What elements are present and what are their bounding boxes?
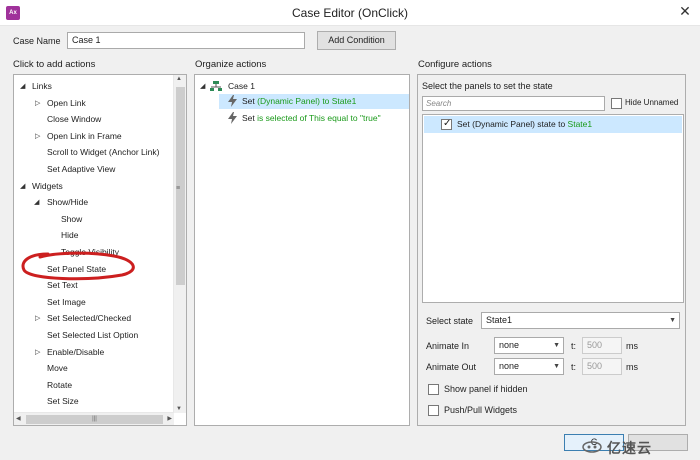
chevron-down-icon: ▼ bbox=[553, 342, 560, 349]
expand-icon[interactable]: ▷ bbox=[35, 129, 40, 144]
scroll-left-arrow-icon[interactable]: ◀ bbox=[16, 415, 21, 422]
action-tree-item[interactable]: Open Link in Frame bbox=[47, 129, 122, 144]
animate-in-t-label: t: bbox=[571, 341, 577, 351]
animate-in-dropdown[interactable]: none ▼ bbox=[494, 337, 564, 354]
action-tree-item[interactable]: Enable/Disable bbox=[47, 345, 104, 360]
panel-search-input[interactable]: Search bbox=[422, 96, 605, 111]
add-condition-button[interactable]: Add Condition bbox=[317, 31, 396, 50]
organize-actions-header: Organize actions bbox=[195, 59, 267, 70]
action-tree-item[interactable]: Scroll to Widget (Anchor Link) bbox=[47, 145, 159, 160]
animate-in-ms-label: ms bbox=[626, 341, 638, 351]
organize-actions-panel: ◢ Case 1 Set (Dynamic Panel) to State1 S… bbox=[194, 74, 410, 426]
case-name-label: Case Name bbox=[13, 36, 61, 46]
select-panels-label: Select the panels to set the state bbox=[422, 81, 553, 91]
scroll-down-arrow-icon[interactable]: ▼ bbox=[176, 406, 182, 412]
show-if-hidden-checkbox[interactable] bbox=[428, 384, 439, 395]
scroll-grip-icon: ≡ bbox=[176, 185, 181, 192]
action-tree-item[interactable]: Set Text bbox=[47, 278, 78, 293]
animate-out-dropdown[interactable]: none ▼ bbox=[494, 358, 564, 375]
action-tree-item[interactable]: Move bbox=[47, 361, 68, 376]
close-button[interactable]: ✕ bbox=[670, 0, 700, 24]
action-tree-item[interactable]: Open Link bbox=[47, 96, 86, 111]
expand-icon[interactable]: ▷ bbox=[35, 96, 40, 111]
expand-icon[interactable]: ▷ bbox=[35, 311, 40, 326]
select-state-dropdown[interactable]: State1 ▼ bbox=[481, 312, 680, 329]
expand-icon[interactable]: ▷ bbox=[35, 345, 40, 360]
action-tree-item[interactable]: Rotate bbox=[47, 378, 72, 393]
lightning-icon bbox=[228, 95, 237, 107]
chevron-down-icon: ▼ bbox=[553, 363, 560, 370]
title-bar: Ax Case Editor (OnClick) ✕ bbox=[0, 0, 700, 26]
action-tree-item[interactable]: Show/Hide bbox=[47, 195, 88, 210]
panel-row[interactable]: Set (Dynamic Panel) state to State1 bbox=[424, 116, 682, 133]
hide-unnamed-label: Hide Unnamed bbox=[625, 98, 679, 107]
tree-hscroll-thumb[interactable]: ||| bbox=[26, 415, 163, 424]
action-tree-item[interactable]: Widgets bbox=[32, 179, 63, 194]
action-tree-item[interactable]: Set Adaptive View bbox=[47, 162, 115, 177]
action-tree-item[interactable]: Set Selected/Checked bbox=[47, 311, 131, 326]
action-tree-item[interactable]: Set Image bbox=[47, 295, 86, 310]
panel-list: Set (Dynamic Panel) state to State1 bbox=[422, 114, 684, 303]
action-tree-item[interactable]: Set Size bbox=[47, 394, 79, 409]
action-set-panel-state[interactable]: Set (Dynamic Panel) to State1 bbox=[242, 94, 356, 109]
animate-in-label: Animate In bbox=[426, 341, 470, 351]
lightning-icon bbox=[228, 112, 237, 124]
configure-actions-header: Configure actions bbox=[418, 59, 492, 70]
tree-horizontal-scrollbar[interactable]: ◀ ||| ▶ bbox=[14, 412, 174, 425]
action-tree-item[interactable]: Close Window bbox=[47, 112, 101, 127]
panel-row-label: Set (Dynamic Panel) state to State1 bbox=[457, 119, 593, 129]
window-title: Case Editor (OnClick) bbox=[291, 6, 409, 20]
actions-tree-panel: ◢ Links ▷ Open Link Close Window ▷ Open Link i… bbox=[13, 74, 187, 426]
action-tree-item[interactable]: Hide bbox=[61, 228, 78, 243]
case-name-input[interactable]: Case 1 bbox=[67, 32, 305, 49]
action-tree-item[interactable]: Set Selected List Option bbox=[47, 328, 138, 343]
case-expand-icon[interactable]: ◢ bbox=[200, 79, 205, 94]
collapse-icon[interactable]: ◢ bbox=[20, 179, 25, 194]
hide-unnamed-checkbox[interactable] bbox=[611, 98, 622, 109]
action-tree-item[interactable]: Show bbox=[61, 212, 82, 227]
configure-actions-panel: Select the panels to set the state Searc… bbox=[417, 74, 686, 426]
scroll-up-arrow-icon[interactable]: ▲ bbox=[176, 76, 182, 82]
click-to-add-header: Click to add actions bbox=[13, 59, 96, 70]
scroll-right-arrow-icon[interactable]: ▶ bbox=[167, 415, 172, 422]
panel-row-checkbox[interactable] bbox=[441, 118, 452, 130]
animate-out-t-label: t: bbox=[571, 362, 577, 372]
watermark-text: 亿速云 bbox=[607, 440, 652, 456]
action-tree-item[interactable]: Links bbox=[32, 79, 52, 94]
collapse-icon[interactable]: ◢ bbox=[34, 195, 39, 210]
case-item[interactable]: Case 1 bbox=[228, 79, 255, 94]
chevron-down-icon: ▼ bbox=[669, 317, 676, 324]
case-tree-icon bbox=[210, 81, 222, 91]
animate-out-duration-input[interactable]: 500 bbox=[582, 358, 622, 375]
select-state-label: Select state bbox=[426, 316, 474, 326]
show-if-hidden-label: Show panel if hidden bbox=[444, 384, 528, 394]
action-set-selected[interactable]: Set is selected of This equal to "true" bbox=[242, 111, 381, 126]
push-pull-label: Push/Pull Widgets bbox=[444, 405, 518, 415]
animate-out-label: Animate Out bbox=[426, 362, 477, 372]
animate-out-ms-label: ms bbox=[626, 362, 638, 372]
push-pull-checkbox[interactable] bbox=[428, 405, 439, 416]
tree-vertical-scrollbar[interactable]: ▲ ≡ ▼ bbox=[173, 75, 186, 413]
watermark-logo-icon bbox=[582, 441, 602, 453]
action-tree-item[interactable]: Toggle Visibility bbox=[61, 245, 119, 260]
action-tree-item[interactable]: Set Panel State bbox=[47, 262, 106, 277]
animate-in-duration-input[interactable]: 500 bbox=[582, 337, 622, 354]
collapse-icon[interactable]: ◢ bbox=[20, 79, 25, 94]
